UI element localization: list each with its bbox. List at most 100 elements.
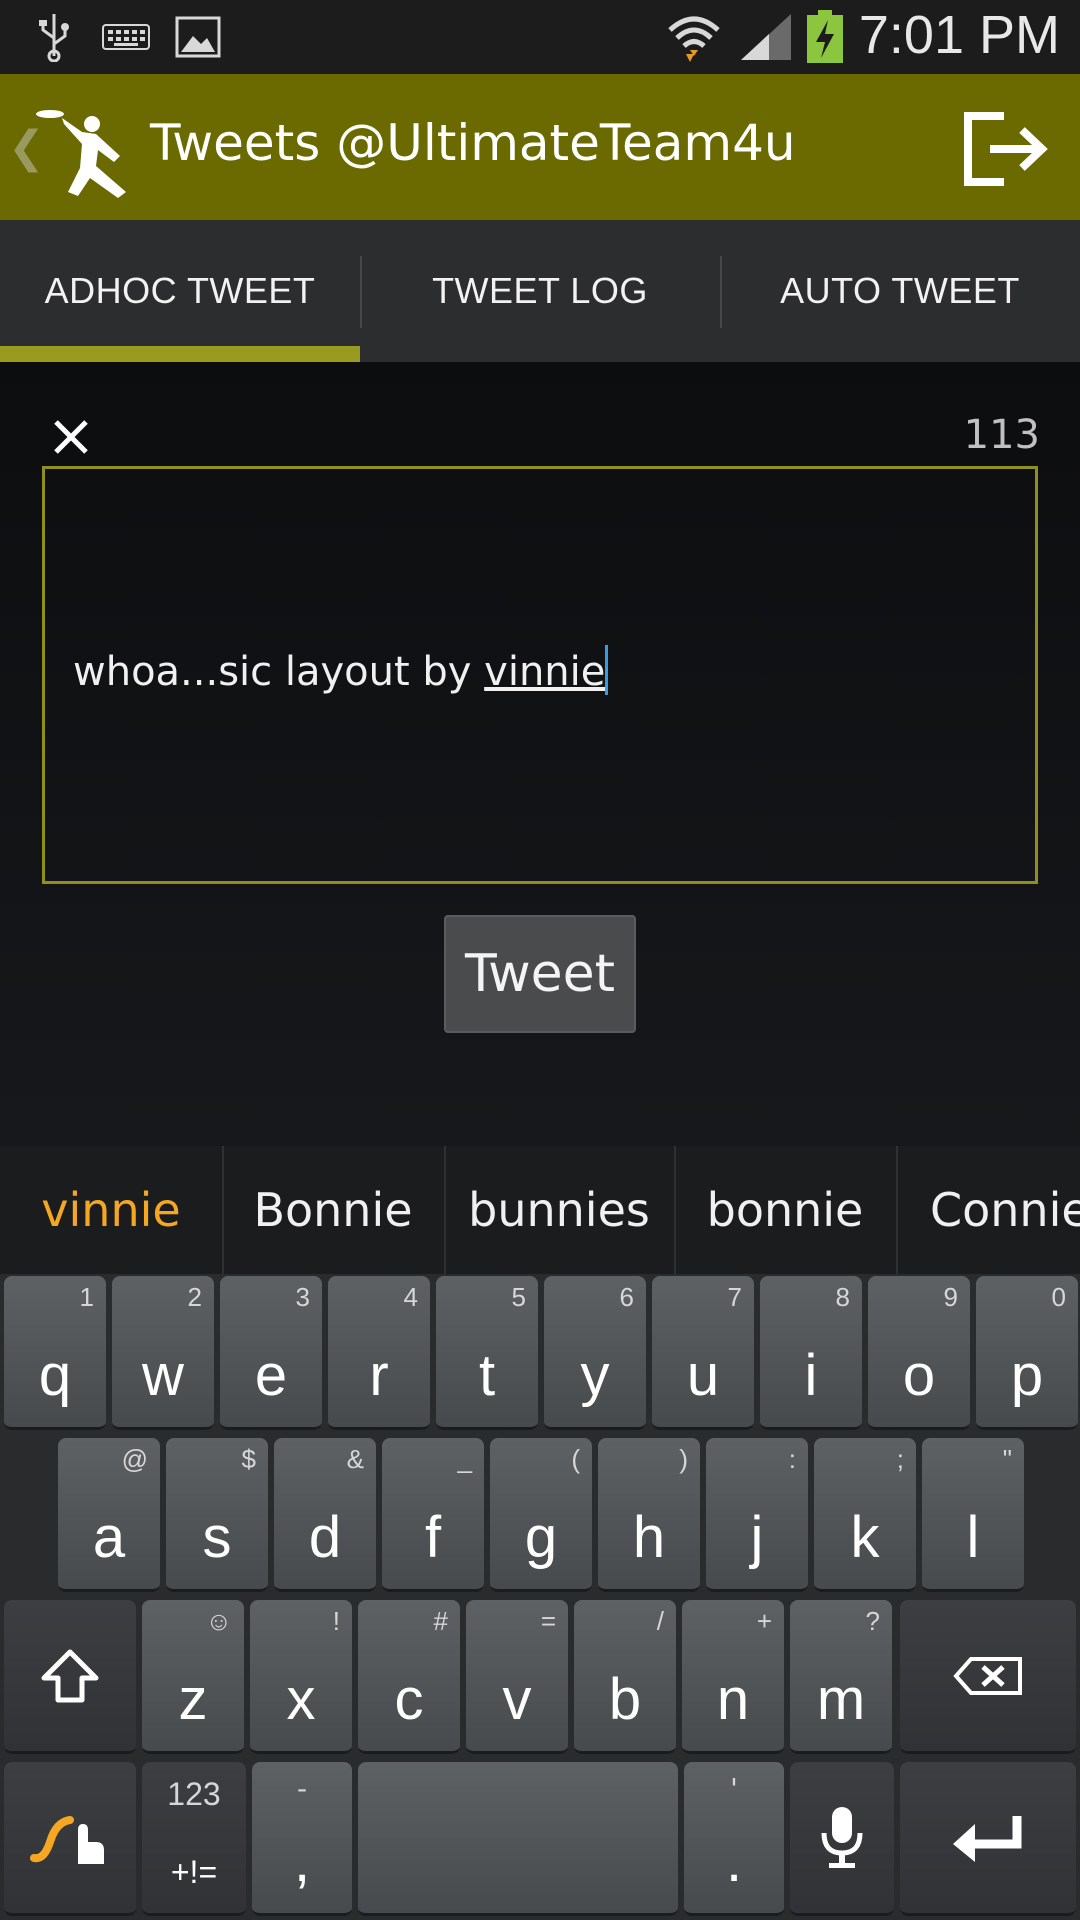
key-o[interactable]: 9o bbox=[868, 1276, 970, 1430]
key-j[interactable]: :j bbox=[706, 1438, 808, 1592]
key-alt-label: & bbox=[346, 1444, 364, 1474]
key-label: u bbox=[686, 1343, 720, 1408]
tab-label: AUTO TWEET bbox=[780, 270, 1020, 311]
tweet-button[interactable]: Tweet bbox=[444, 915, 636, 1033]
key-c[interactable]: # c bbox=[358, 1600, 460, 1754]
key-r[interactable]: 4r bbox=[328, 1276, 430, 1430]
key-alt-label: ) bbox=[679, 1444, 688, 1474]
key-alt-label: " bbox=[1002, 1444, 1012, 1474]
key-alt-label: ? bbox=[865, 1606, 880, 1636]
suggestion-item[interactable]: bonnie bbox=[674, 1146, 896, 1274]
symbols-key-bottom: +!= bbox=[170, 1854, 218, 1890]
backspace-icon bbox=[900, 1600, 1076, 1751]
key-v[interactable]: = v bbox=[466, 1600, 568, 1754]
key-alt-label: ( bbox=[571, 1444, 580, 1474]
period-key[interactable]: ' . bbox=[684, 1762, 784, 1916]
key-label: f bbox=[424, 1505, 442, 1570]
key-e[interactable]: 3e bbox=[220, 1276, 322, 1430]
tab-label: TWEET LOG bbox=[432, 270, 648, 311]
page-title: Tweets @UltimateTeam4u bbox=[150, 114, 796, 172]
key-alt-label: 7 bbox=[727, 1282, 742, 1312]
key-w[interactable]: 2w bbox=[112, 1276, 214, 1430]
key-y[interactable]: 6y bbox=[544, 1276, 646, 1430]
key-alt-label: $ bbox=[241, 1444, 256, 1474]
wifi-icon bbox=[664, 10, 724, 64]
key-alt-label: _ bbox=[457, 1444, 472, 1474]
signal-icon bbox=[738, 10, 794, 64]
key-f[interactable]: _ f bbox=[382, 1438, 484, 1592]
tab-label: ADHOC TWEET bbox=[44, 270, 316, 311]
key-q[interactable]: 1q bbox=[4, 1276, 106, 1430]
action-bar: ❮ Tweets @UltimateTeam4u bbox=[0, 74, 1080, 220]
enter-key[interactable] bbox=[900, 1762, 1076, 1916]
key-t[interactable]: 5t bbox=[436, 1276, 538, 1430]
key-alt-label: ! bbox=[332, 1606, 340, 1636]
key-h[interactable]: ) h bbox=[598, 1438, 700, 1592]
key-m[interactable]: ? m bbox=[790, 1600, 892, 1754]
swype-key[interactable] bbox=[4, 1762, 136, 1916]
key-u[interactable]: 7u bbox=[652, 1276, 754, 1430]
key-d[interactable]: & d bbox=[274, 1438, 376, 1592]
tab-adhoc-tweet[interactable]: ADHOC TWEET bbox=[0, 220, 360, 362]
clock: 7:01 PM bbox=[858, 5, 1060, 65]
key-label: l bbox=[966, 1505, 980, 1570]
key-alt-label: ; bbox=[896, 1444, 904, 1474]
tab-selected-indicator bbox=[0, 346, 360, 362]
comma-key[interactable]: - , bbox=[252, 1762, 352, 1916]
microphone-key[interactable] bbox=[790, 1762, 894, 1916]
comma-key-alt: - bbox=[296, 1772, 308, 1805]
key-x[interactable]: ! x bbox=[250, 1600, 352, 1754]
tab-auto-tweet[interactable]: AUTO TWEET bbox=[720, 220, 1080, 362]
key-label: e bbox=[254, 1343, 288, 1408]
key-n[interactable]: + n bbox=[682, 1600, 784, 1754]
key-label: w bbox=[142, 1343, 184, 1408]
suggestion-item[interactable]: Connie bbox=[896, 1146, 1080, 1274]
key-label: h bbox=[632, 1505, 666, 1570]
key-alt-label: 3 bbox=[295, 1282, 310, 1312]
suggestion-item[interactable]: bunnies bbox=[444, 1146, 674, 1274]
key-p[interactable]: 0p bbox=[976, 1276, 1078, 1430]
key-g[interactable]: (g bbox=[490, 1438, 592, 1592]
shift-key[interactable] bbox=[4, 1600, 136, 1754]
key-alt-label: = bbox=[540, 1606, 556, 1636]
tab-tweet-log[interactable]: TWEET LOG bbox=[360, 220, 720, 362]
tweet-text-composing: vinnie bbox=[484, 649, 606, 695]
key-i[interactable]: 8i bbox=[760, 1276, 862, 1430]
key-l[interactable]: " l bbox=[922, 1438, 1024, 1592]
space-key[interactable] bbox=[358, 1762, 678, 1916]
shift-icon bbox=[4, 1600, 136, 1751]
key-label: c bbox=[394, 1667, 424, 1732]
key-alt-label: 8 bbox=[835, 1282, 850, 1312]
close-icon[interactable] bbox=[48, 414, 94, 460]
key-alt-label: + bbox=[756, 1606, 772, 1636]
key-label: x bbox=[286, 1667, 316, 1732]
key-alt-label: 0 bbox=[1051, 1282, 1066, 1312]
ultimate-frisbee-player-icon[interactable] bbox=[34, 104, 144, 204]
tweet-input[interactable]: whoa...sic layout by vinnie bbox=[42, 466, 1038, 884]
key-alt-label: 4 bbox=[403, 1282, 418, 1312]
key-b[interactable]: / b bbox=[574, 1600, 676, 1754]
backspace-key[interactable] bbox=[900, 1600, 1076, 1754]
key-z[interactable]: ☺ z bbox=[142, 1600, 244, 1754]
key-alt-label: 5 bbox=[511, 1282, 526, 1312]
key-alt-label: 1 bbox=[79, 1282, 94, 1312]
key-s[interactable]: $ s bbox=[166, 1438, 268, 1592]
key-k[interactable]: ; k bbox=[814, 1438, 916, 1592]
period-key-alt: ' bbox=[730, 1772, 738, 1805]
logout-icon[interactable] bbox=[960, 104, 1050, 194]
key-label: i bbox=[804, 1343, 818, 1408]
tweet-text: whoa...sic layout by vinnie bbox=[73, 645, 609, 695]
key-alt-label: 2 bbox=[187, 1282, 202, 1312]
key-label: y bbox=[580, 1343, 610, 1408]
symbols-key[interactable]: 123 +!= bbox=[142, 1762, 246, 1916]
key-alt-label: / bbox=[656, 1606, 664, 1636]
key-label: s bbox=[202, 1505, 232, 1570]
text-cursor bbox=[605, 645, 609, 695]
suggestion-strip: vinnie Bonnie bunnies bonnie Connie bbox=[0, 1146, 1080, 1274]
key-a[interactable]: @ a bbox=[58, 1438, 160, 1592]
key-label: z bbox=[178, 1667, 208, 1732]
suggestion-item[interactable]: Bonnie bbox=[222, 1146, 444, 1274]
suggestion-item[interactable]: vinnie bbox=[0, 1146, 222, 1274]
swype-icon bbox=[4, 1762, 136, 1913]
key-alt-label: @ bbox=[121, 1444, 148, 1474]
